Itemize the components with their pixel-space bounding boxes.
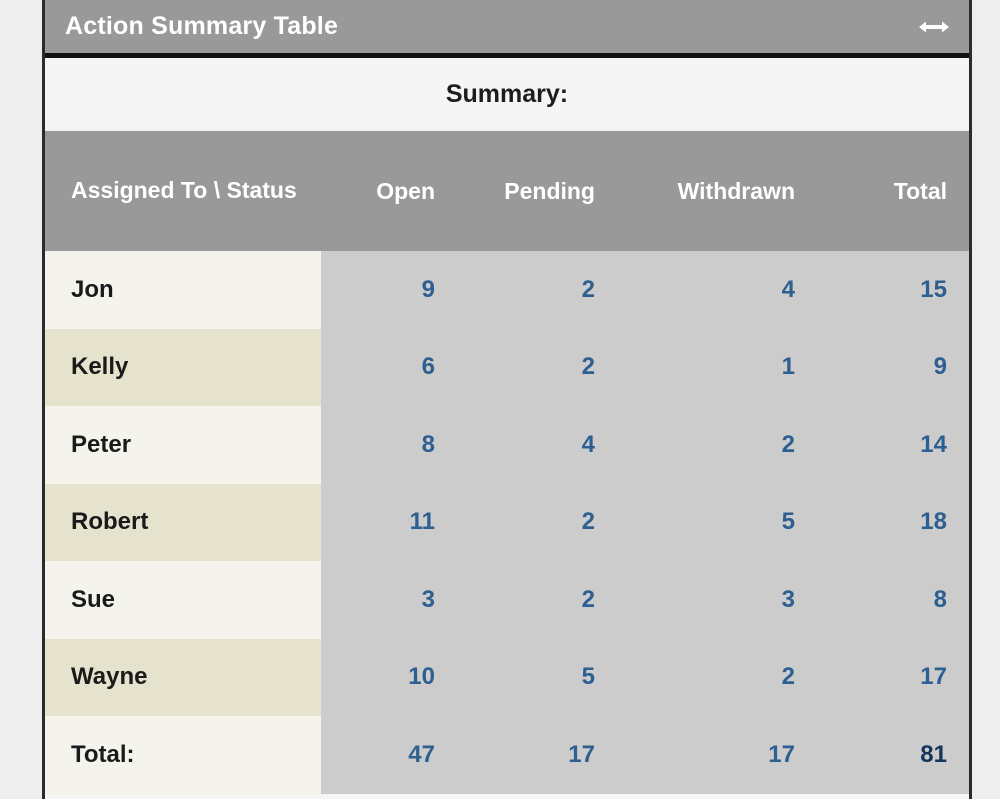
total-cell-grand-total: 81 xyxy=(817,716,969,794)
table-total-row[interactable]: Total: 47 17 17 81 xyxy=(45,716,969,794)
table-row[interactable]: Jon 9 2 4 15 xyxy=(45,251,969,329)
cell-total: 9 xyxy=(817,328,969,406)
cell-pending: 2 xyxy=(457,251,617,329)
column-header-assigned-to-status[interactable]: Assigned To \ Status xyxy=(45,131,321,251)
portlet-title: Action Summary Table xyxy=(65,12,339,40)
cell-pending: 2 xyxy=(457,328,617,406)
row-label: Robert xyxy=(45,483,321,561)
cell-total: 17 xyxy=(817,638,969,716)
cell-total: 8 xyxy=(817,561,969,639)
column-header-withdrawn[interactable]: Withdrawn xyxy=(617,131,817,251)
table-row[interactable]: Kelly 6 2 1 9 xyxy=(45,328,969,406)
cell-pending: 4 xyxy=(457,406,617,484)
table-row[interactable]: Sue 3 2 3 8 xyxy=(45,561,969,639)
row-label: Kelly xyxy=(45,328,321,406)
row-label: Wayne xyxy=(45,638,321,716)
table-header-row: Assigned To \ Status Open Pending Withdr… xyxy=(45,131,969,251)
cell-withdrawn: 3 xyxy=(617,561,817,639)
summary-caption: Summary: xyxy=(45,58,969,131)
total-row-label: Total: xyxy=(45,716,321,794)
horizontal-resize-arrow-icon[interactable] xyxy=(917,16,951,38)
column-header-open[interactable]: Open xyxy=(321,131,457,251)
cell-total: 15 xyxy=(817,251,969,329)
cell-withdrawn: 4 xyxy=(617,251,817,329)
page-root: Action Summary Table Summary: Assigned T… xyxy=(0,0,1000,799)
cell-withdrawn: 5 xyxy=(617,483,817,561)
cell-total: 14 xyxy=(817,406,969,484)
cell-open: 6 xyxy=(321,328,457,406)
cell-open: 11 xyxy=(321,483,457,561)
table-row[interactable]: Peter 8 4 2 14 xyxy=(45,406,969,484)
action-summary-table: Assigned To \ Status Open Pending Withdr… xyxy=(45,131,969,794)
table-header: Assigned To \ Status Open Pending Withdr… xyxy=(45,131,969,251)
table-row[interactable]: Robert 11 2 5 18 xyxy=(45,483,969,561)
cell-withdrawn: 2 xyxy=(617,638,817,716)
action-summary-portlet: Action Summary Table Summary: Assigned T… xyxy=(42,0,972,799)
summary-caption-text: Summary: xyxy=(445,79,569,108)
cell-open: 3 xyxy=(321,561,457,639)
column-header-pending[interactable]: Pending xyxy=(457,131,617,251)
total-cell-withdrawn: 17 xyxy=(617,716,817,794)
cell-open: 8 xyxy=(321,406,457,484)
row-label: Peter xyxy=(45,406,321,484)
cell-open: 9 xyxy=(321,251,457,329)
cell-pending: 2 xyxy=(457,561,617,639)
portlet-title-bar: Action Summary Table xyxy=(45,0,969,58)
table-row[interactable]: Wayne 10 5 2 17 xyxy=(45,638,969,716)
cell-withdrawn: 1 xyxy=(617,328,817,406)
cell-total: 18 xyxy=(817,483,969,561)
total-cell-open: 47 xyxy=(321,716,457,794)
cell-withdrawn: 2 xyxy=(617,406,817,484)
column-header-total[interactable]: Total xyxy=(817,131,969,251)
row-label: Sue xyxy=(45,561,321,639)
cell-pending: 5 xyxy=(457,638,617,716)
row-label: Jon xyxy=(45,251,321,329)
cell-open: 10 xyxy=(321,638,457,716)
portlet-toolbar xyxy=(917,16,951,38)
cell-pending: 2 xyxy=(457,483,617,561)
table-body: Jon 9 2 4 15 Kelly 6 2 1 9 Peter 8 4 2 1… xyxy=(45,251,969,794)
total-cell-pending: 17 xyxy=(457,716,617,794)
